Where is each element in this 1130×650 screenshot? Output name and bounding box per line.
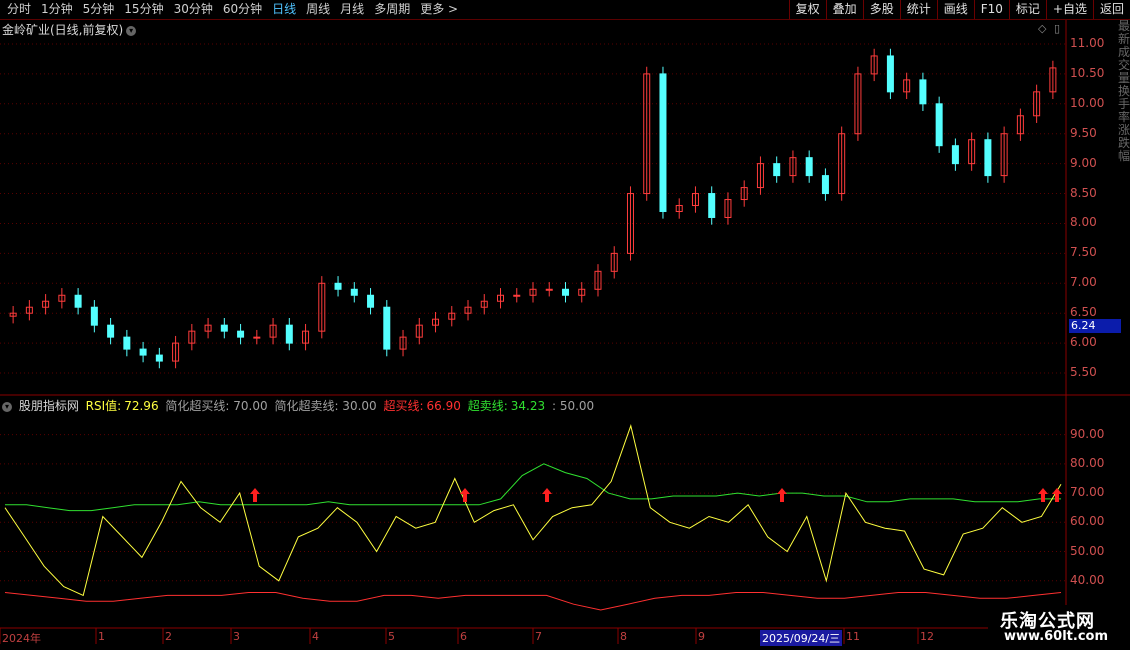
- candle-body: [886, 55, 894, 93]
- price-axis-label: 5.50: [1070, 365, 1097, 380]
- candle-body: [513, 294, 521, 297]
- indicator-line-0: [4, 424, 1062, 597]
- indicator-axis-label: 80.00: [1070, 455, 1105, 470]
- price-axis-label: 7.00: [1070, 275, 1097, 290]
- rsi-value: 72.96: [124, 399, 159, 413]
- candle-body: [367, 294, 375, 308]
- candle-body: [220, 324, 228, 332]
- time-axis-label: 2: [165, 630, 172, 643]
- overbuy-simple: 简化超买线: 70.00: [165, 399, 268, 413]
- stock-title: 金岭矿业(日线,前复权): [2, 23, 124, 37]
- price-axis-label: 11.00: [1070, 35, 1105, 50]
- side-info-strip: 最新成交量换手率涨跌幅: [1118, 20, 1130, 163]
- indicator-axis-label: 60.00: [1070, 514, 1105, 529]
- time-axis-label: 1: [98, 630, 105, 643]
- overbuy-value: 66.90: [426, 399, 461, 413]
- candle-body: [821, 175, 829, 195]
- buy-arrow-icon: [460, 488, 470, 502]
- candle-body: [107, 324, 115, 338]
- candle-body: [253, 336, 261, 339]
- time-axis-label: 8: [620, 630, 627, 643]
- oversell-simple: 简化超卖线: 30.00: [274, 399, 377, 413]
- candle-body: [334, 282, 342, 290]
- rsi-label: RSI值:: [85, 399, 122, 413]
- buy-arrow-icon: [542, 488, 552, 502]
- current-price-badge: 6.24: [1069, 319, 1121, 333]
- candle-body: [951, 145, 959, 165]
- price-axis-label: 9.00: [1070, 155, 1097, 170]
- price-axis-label: 6.00: [1070, 335, 1097, 350]
- buy-arrow-icon: [1052, 488, 1062, 502]
- candle-body: [350, 288, 358, 296]
- buy-arrow-icon: [250, 488, 260, 502]
- time-axis-label: 6: [460, 630, 467, 643]
- indicator-axis-label: 70.00: [1070, 485, 1105, 500]
- time-axis-label: 9: [698, 630, 705, 643]
- candle-body: [561, 288, 569, 296]
- diamond-icon[interactable]: ◇: [1038, 22, 1046, 35]
- price-axis-label: 8.50: [1070, 185, 1097, 200]
- indicator-axis-label: 50.00: [1070, 543, 1105, 558]
- price-axis-label: 8.00: [1070, 215, 1097, 230]
- oversell-label: 超卖线:: [467, 399, 508, 413]
- time-axis-label: 12: [920, 630, 934, 643]
- indicator-line-2: [4, 592, 1062, 611]
- price-axis-label: 6.50: [1070, 305, 1097, 320]
- candle-body: [285, 324, 293, 344]
- selected-date: 2025/09/24/三: [760, 630, 843, 646]
- indicator-axis-label: 90.00: [1070, 426, 1105, 441]
- candle-body: [805, 157, 813, 177]
- time-axis-label: 5: [388, 630, 395, 643]
- candle-body: [984, 139, 992, 177]
- candle-body: [383, 306, 391, 350]
- time-axis-label: 11: [846, 630, 860, 643]
- candle-body: [708, 193, 716, 218]
- indicator-legend: ▾ 股朋指标网 RSI值: 72.96 简化超买线: 70.00 简化超卖线: 3…: [0, 397, 597, 413]
- chart-canvas[interactable]: [0, 0, 1130, 650]
- window-icon[interactable]: ▯: [1054, 22, 1060, 35]
- time-axis-label: 2024年: [2, 632, 41, 645]
- candle-body: [773, 163, 781, 177]
- time-axis-label: 7: [535, 630, 542, 643]
- candle-body: [935, 103, 943, 147]
- chevron-down-icon[interactable]: ▾: [2, 401, 12, 412]
- main-chart-title: 金岭矿业(日线,前复权) ▾: [2, 21, 137, 38]
- price-axis-label: 10.50: [1070, 65, 1105, 80]
- overbuy-label: 超买线:: [383, 399, 424, 413]
- candle-body: [545, 288, 553, 291]
- price-axis-label: 10.00: [1070, 95, 1105, 110]
- candle-body: [659, 73, 667, 213]
- indicator-line-1: [5, 463, 1061, 512]
- watermark-url: www.60lt.com: [1004, 629, 1109, 644]
- candle-body: [90, 306, 98, 326]
- watermark: 乐淘公式网 www.60lt.com: [988, 605, 1130, 650]
- price-axis-label: 9.50: [1070, 125, 1097, 140]
- candle-body: [123, 336, 131, 350]
- chevron-down-icon[interactable]: ▾: [126, 25, 137, 36]
- time-axis-label: 3: [233, 630, 240, 643]
- buy-arrow-icon: [1038, 488, 1048, 502]
- candle-body: [237, 330, 245, 338]
- price-axis-label: 7.50: [1070, 245, 1097, 260]
- candle-body: [155, 354, 163, 362]
- time-axis-label: 4: [312, 630, 319, 643]
- candle-body: [919, 79, 927, 105]
- mid-line-label: : 50.00: [551, 399, 595, 413]
- candle-body: [139, 348, 147, 356]
- indicator-axis-label: 40.00: [1070, 572, 1105, 587]
- indicator-name: 股朋指标网: [18, 399, 79, 413]
- oversell-value: 34.23: [510, 399, 546, 413]
- buy-arrow-icon: [777, 488, 787, 502]
- candle-body: [74, 294, 82, 308]
